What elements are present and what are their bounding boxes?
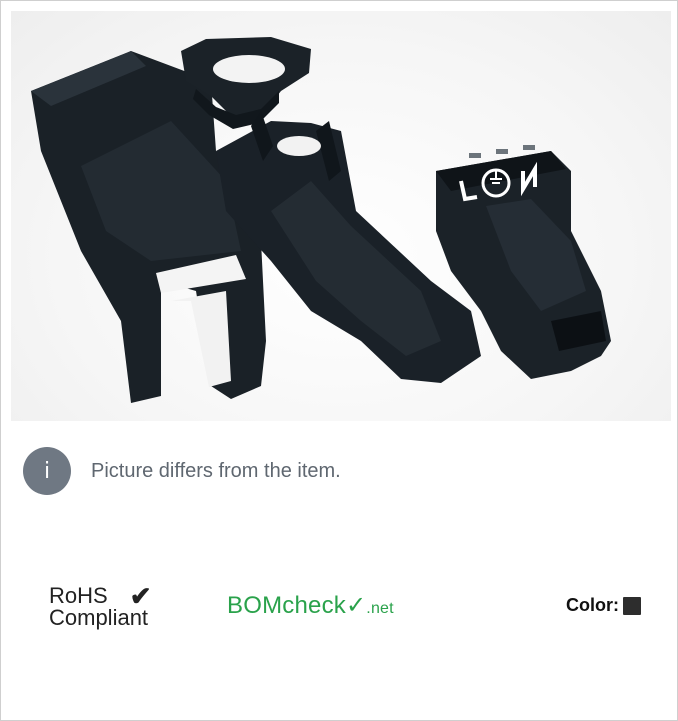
rohs-label: RoHS <box>49 583 108 608</box>
checkmark-icon: ✔ <box>129 581 152 611</box>
product-panel: i Picture differs from the item. RoHS ✔ … <box>0 0 678 721</box>
color-swatch <box>623 596 641 615</box>
bomcheck-logo-part-check: check <box>282 592 346 619</box>
image-notice: i Picture differs from the item. <box>23 447 341 495</box>
color-label: Color: <box>566 595 619 615</box>
rohs-compliant-badge: RoHS ✔ Compliant <box>49 581 152 630</box>
bomcheck-logo-part-bom: BOM <box>227 592 283 619</box>
bomcheck-checkmark-icon: ✓ <box>345 592 367 619</box>
color-indicator: Color: <box>566 595 641 616</box>
info-icon: i <box>23 447 71 495</box>
product-image <box>11 11 671 421</box>
connector-housing-illustration <box>31 37 611 403</box>
image-notice-text: Picture differs from the item. <box>91 459 341 482</box>
bomcheck-logo-part-net: .net <box>366 600 394 617</box>
rohs-compliant-label: Compliant <box>49 605 149 630</box>
bomcheck-logo[interactable]: BOMcheck✓.net <box>227 591 394 620</box>
